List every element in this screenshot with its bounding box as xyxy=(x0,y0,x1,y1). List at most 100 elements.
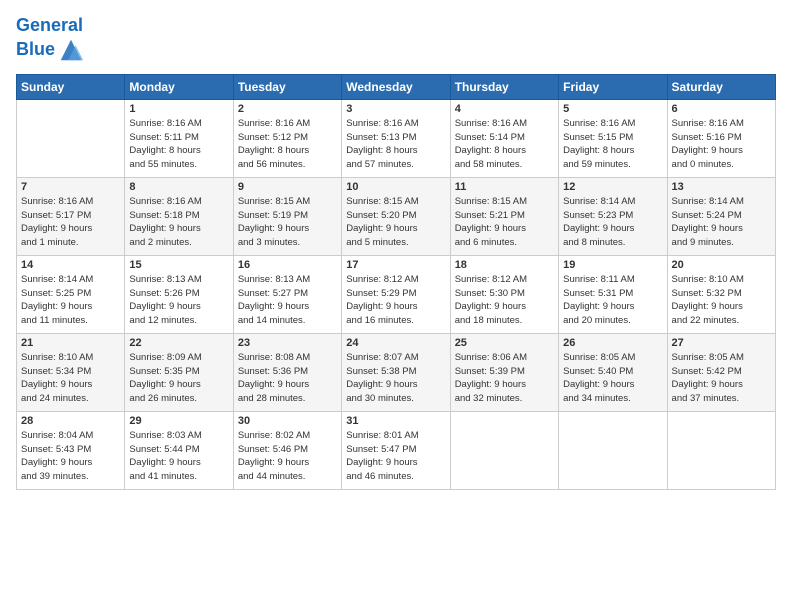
day-number: 8 xyxy=(129,181,228,193)
days-of-week-header: SundayMondayTuesdayWednesdayThursdayFrid… xyxy=(17,74,776,99)
day-number: 11 xyxy=(455,181,554,193)
calendar-cell: 16Sunrise: 8:13 AM Sunset: 5:27 PM Dayli… xyxy=(233,255,341,333)
day-info: Sunrise: 8:16 AM Sunset: 5:11 PM Dayligh… xyxy=(129,117,228,172)
calendar-cell: 5Sunrise: 8:16 AM Sunset: 5:15 PM Daylig… xyxy=(559,99,667,177)
day-number: 13 xyxy=(672,181,771,193)
calendar-week-row: 1 Sunrise: 8:16 AM Sunset: 5:11 PM Daylig… xyxy=(17,99,776,177)
day-number: 9 xyxy=(238,181,337,193)
day-info: Sunrise: 8:15 AM Sunset: 5:20 PM Dayligh… xyxy=(346,195,445,250)
calendar-cell: 27Sunrise: 8:05 AM Sunset: 5:42 PM Dayli… xyxy=(667,333,775,411)
page-container: General Blue SundayMondayTuesdayWednesda… xyxy=(0,0,792,498)
day-info: Sunrise: 8:06 AM Sunset: 5:39 PM Dayligh… xyxy=(455,351,554,406)
calendar-week-row: 7Sunrise: 8:16 AM Sunset: 5:17 PM Daylig… xyxy=(17,177,776,255)
calendar-cell: 4 Sunrise: 8:16 AM Sunset: 5:14 PM Daylig… xyxy=(450,99,558,177)
calendar-cell: 30Sunrise: 8:02 AM Sunset: 5:46 PM Dayli… xyxy=(233,411,341,489)
day-info: Sunrise: 8:16 AM Sunset: 5:17 PM Dayligh… xyxy=(21,195,120,250)
calendar-cell: 23Sunrise: 8:08 AM Sunset: 5:36 PM Dayli… xyxy=(233,333,341,411)
calendar-cell: 28 Sunrise: 8:04 AM Sunset: 5:43 PM Dayli… xyxy=(17,411,125,489)
day-info: Sunrise: 8:12 AM Sunset: 5:29 PM Dayligh… xyxy=(346,273,445,328)
calendar-cell: 10 Sunrise: 8:15 AM Sunset: 5:20 PM Dayli… xyxy=(342,177,450,255)
calendar-cell: 22 Sunrise: 8:09 AM Sunset: 5:35 PM Dayli… xyxy=(125,333,233,411)
day-number: 12 xyxy=(563,181,662,193)
day-info: Sunrise: 8:10 AM Sunset: 5:32 PM Dayligh… xyxy=(672,273,771,328)
day-number: 18 xyxy=(455,259,554,271)
day-number: 20 xyxy=(672,259,771,271)
calendar-cell: 20 Sunrise: 8:10 AM Sunset: 5:32 PM Dayli… xyxy=(667,255,775,333)
calendar-cell: 25Sunrise: 8:06 AM Sunset: 5:39 PM Dayli… xyxy=(450,333,558,411)
day-info: Sunrise: 8:15 AM Sunset: 5:19 PM Dayligh… xyxy=(238,195,337,250)
day-info: Sunrise: 8:14 AM Sunset: 5:24 PM Dayligh… xyxy=(672,195,771,250)
day-number: 21 xyxy=(21,337,120,349)
day-info: Sunrise: 8:10 AM Sunset: 5:34 PM Dayligh… xyxy=(21,351,120,406)
calendar-cell: 19 Sunrise: 8:11 AM Sunset: 5:31 PM Dayli… xyxy=(559,255,667,333)
day-number: 3 xyxy=(346,103,445,115)
logo-text: General xyxy=(16,16,85,36)
calendar-cell xyxy=(17,99,125,177)
day-number: 17 xyxy=(346,259,445,271)
day-number: 26 xyxy=(563,337,662,349)
dow-cell: Sunday xyxy=(17,74,125,99)
day-info: Sunrise: 8:16 AM Sunset: 5:13 PM Dayligh… xyxy=(346,117,445,172)
calendar-week-row: 14 Sunrise: 8:14 AM Sunset: 5:25 PM Dayli… xyxy=(17,255,776,333)
day-info: Sunrise: 8:01 AM Sunset: 5:47 PM Dayligh… xyxy=(346,429,445,484)
calendar-cell: 15 Sunrise: 8:13 AM Sunset: 5:26 PM Dayli… xyxy=(125,255,233,333)
dow-cell: Friday xyxy=(559,74,667,99)
day-number: 2 xyxy=(238,103,337,115)
calendar-cell: 18 Sunrise: 8:12 AM Sunset: 5:30 PM Dayli… xyxy=(450,255,558,333)
calendar-cell: 2 Sunrise: 8:16 AM Sunset: 5:12 PM Daylig… xyxy=(233,99,341,177)
day-info: Sunrise: 8:14 AM Sunset: 5:25 PM Dayligh… xyxy=(21,273,120,328)
calendar-cell: 7Sunrise: 8:16 AM Sunset: 5:17 PM Daylig… xyxy=(17,177,125,255)
day-number: 31 xyxy=(346,415,445,427)
day-info: Sunrise: 8:16 AM Sunset: 5:14 PM Dayligh… xyxy=(455,117,554,172)
logo-blue: Blue xyxy=(16,40,55,60)
day-info: Sunrise: 8:09 AM Sunset: 5:35 PM Dayligh… xyxy=(129,351,228,406)
day-number: 28 xyxy=(21,415,120,427)
day-number: 4 xyxy=(455,103,554,115)
day-info: Sunrise: 8:07 AM Sunset: 5:38 PM Dayligh… xyxy=(346,351,445,406)
day-info: Sunrise: 8:12 AM Sunset: 5:30 PM Dayligh… xyxy=(455,273,554,328)
calendar-cell xyxy=(559,411,667,489)
calendar-cell: 6 Sunrise: 8:16 AM Sunset: 5:16 PM Daylig… xyxy=(667,99,775,177)
calendar-table: SundayMondayTuesdayWednesdayThursdayFrid… xyxy=(16,74,776,490)
day-number: 14 xyxy=(21,259,120,271)
day-info: Sunrise: 8:11 AM Sunset: 5:31 PM Dayligh… xyxy=(563,273,662,328)
day-number: 15 xyxy=(129,259,228,271)
calendar-cell: 8 Sunrise: 8:16 AM Sunset: 5:18 PM Daylig… xyxy=(125,177,233,255)
day-info: Sunrise: 8:05 AM Sunset: 5:40 PM Dayligh… xyxy=(563,351,662,406)
day-info: Sunrise: 8:03 AM Sunset: 5:44 PM Dayligh… xyxy=(129,429,228,484)
calendar-cell: 21 Sunrise: 8:10 AM Sunset: 5:34 PM Dayli… xyxy=(17,333,125,411)
day-info: Sunrise: 8:04 AM Sunset: 5:43 PM Dayligh… xyxy=(21,429,120,484)
day-number: 30 xyxy=(238,415,337,427)
day-info: Sunrise: 8:13 AM Sunset: 5:26 PM Dayligh… xyxy=(129,273,228,328)
day-number: 6 xyxy=(672,103,771,115)
day-info: Sunrise: 8:16 AM Sunset: 5:18 PM Dayligh… xyxy=(129,195,228,250)
calendar-cell: 12Sunrise: 8:14 AM Sunset: 5:23 PM Dayli… xyxy=(559,177,667,255)
dow-cell: Wednesday xyxy=(342,74,450,99)
header: General Blue xyxy=(16,16,776,64)
dow-cell: Monday xyxy=(125,74,233,99)
day-number: 19 xyxy=(563,259,662,271)
dow-cell: Saturday xyxy=(667,74,775,99)
day-number: 10 xyxy=(346,181,445,193)
day-number: 5 xyxy=(563,103,662,115)
dow-cell: Thursday xyxy=(450,74,558,99)
day-info: Sunrise: 8:16 AM Sunset: 5:12 PM Dayligh… xyxy=(238,117,337,172)
day-number: 23 xyxy=(238,337,337,349)
calendar-cell xyxy=(667,411,775,489)
calendar-week-row: 21 Sunrise: 8:10 AM Sunset: 5:34 PM Dayli… xyxy=(17,333,776,411)
logo-icon xyxy=(57,36,85,64)
day-number: 24 xyxy=(346,337,445,349)
calendar-cell: 17 Sunrise: 8:12 AM Sunset: 5:29 PM Dayli… xyxy=(342,255,450,333)
calendar-cell xyxy=(450,411,558,489)
day-info: Sunrise: 8:16 AM Sunset: 5:16 PM Dayligh… xyxy=(672,117,771,172)
day-number: 27 xyxy=(672,337,771,349)
day-number: 22 xyxy=(129,337,228,349)
calendar-cell: 11 Sunrise: 8:15 AM Sunset: 5:21 PM Dayli… xyxy=(450,177,558,255)
calendar-body: 1 Sunrise: 8:16 AM Sunset: 5:11 PM Daylig… xyxy=(17,99,776,489)
day-number: 1 xyxy=(129,103,228,115)
calendar-cell: 24 Sunrise: 8:07 AM Sunset: 5:38 PM Dayli… xyxy=(342,333,450,411)
day-info: Sunrise: 8:15 AM Sunset: 5:21 PM Dayligh… xyxy=(455,195,554,250)
calendar-cell: 1 Sunrise: 8:16 AM Sunset: 5:11 PM Daylig… xyxy=(125,99,233,177)
calendar-cell: 13 Sunrise: 8:14 AM Sunset: 5:24 PM Dayli… xyxy=(667,177,775,255)
calendar-cell: 26 Sunrise: 8:05 AM Sunset: 5:40 PM Dayli… xyxy=(559,333,667,411)
